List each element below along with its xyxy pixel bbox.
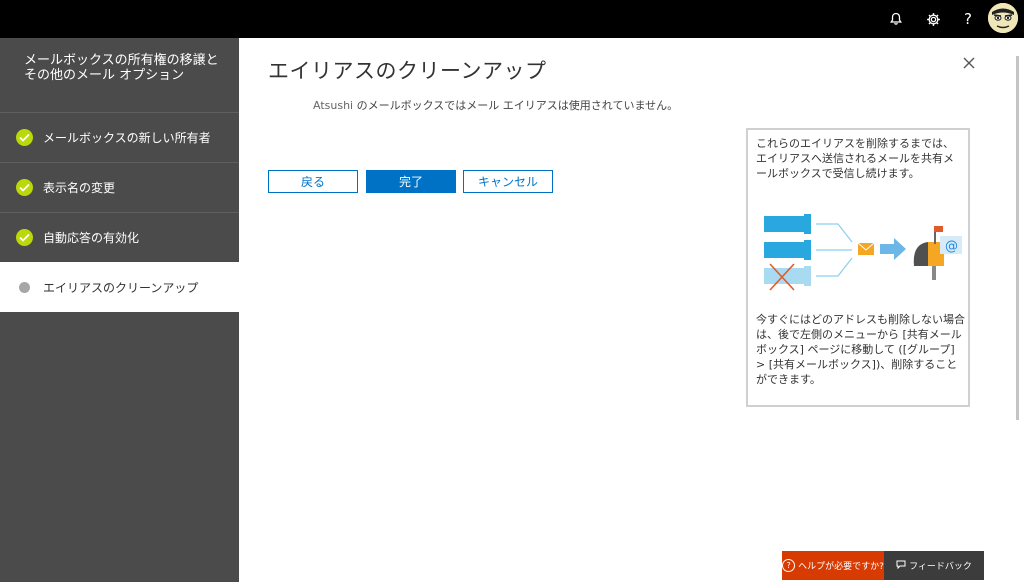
- wizard-sidebar: メールボックスの所有権の移譲とその他のメール オプション メールボックスの新しい…: [0, 38, 239, 582]
- sidebar-title: メールボックスの所有権の移譲とその他のメール オプション: [24, 53, 219, 83]
- back-button[interactable]: 戻る: [268, 170, 358, 193]
- help-text-top: これらのエイリアスを削除するまでは、エイリアスへ送信されるメールを共有メールボッ…: [756, 137, 954, 180]
- check-circle-icon: [16, 129, 33, 146]
- feedback-icon: [896, 560, 906, 572]
- current-step-icon: [19, 281, 30, 293]
- cancel-button[interactable]: キャンセル: [463, 170, 553, 193]
- gear-icon[interactable]: [922, 8, 944, 30]
- sidebar-item-new-owner[interactable]: メールボックスの新しい所有者: [0, 112, 239, 162]
- sidebar-item-auto-reply[interactable]: 自動応答の有効化: [0, 212, 239, 262]
- check-circle-icon: [16, 229, 33, 246]
- bell-icon[interactable]: [885, 8, 907, 30]
- finish-button[interactable]: 完了: [366, 170, 456, 193]
- help-button-label: ヘルプが必要ですか?: [798, 562, 884, 572]
- alias-status-message: のメールボックスではメール エイリアスは使用されていません。: [353, 99, 679, 112]
- page-title: エイリアスのクリーンアップ: [268, 59, 547, 83]
- check-circle-icon: [16, 179, 33, 196]
- mailbox-name: Atsushi: [313, 99, 354, 112]
- help-circle-icon: ?: [782, 559, 796, 572]
- sidebar-item-label: 表示名の変更: [43, 181, 116, 195]
- avatar[interactable]: [988, 3, 1018, 33]
- close-icon[interactable]: [961, 55, 977, 71]
- alias-status-text: Atsushi のメールボックスではメール エイリアスは使用されていません。: [313, 97, 678, 113]
- sidebar-item-display-name[interactable]: 表示名の変更: [0, 162, 239, 212]
- sidebar-item-alias-cleanup[interactable]: エイリアスのクリーンアップ: [0, 262, 239, 312]
- top-bar: ?: [0, 0, 1024, 38]
- help-button[interactable]: ? ヘルプが必要ですか?: [782, 551, 884, 580]
- sidebar-item-label: メールボックスの新しい所有者: [43, 131, 211, 145]
- feedback-button[interactable]: フィードバック: [884, 551, 984, 580]
- svg-text:@: @: [945, 239, 958, 254]
- help-icon[interactable]: ?: [957, 8, 979, 30]
- alias-cleanup-illustration: @: [758, 208, 968, 302]
- sidebar-item-label: エイリアスのクリーンアップ: [43, 280, 199, 295]
- feedback-button-label: フィードバック: [909, 562, 972, 572]
- help-text-bottom: 今すぐにはどのアドレスも削除しない場合は、後で左側のメニューから [共有メールボ…: [756, 313, 965, 386]
- help-panel: これらのエイリアスを削除するまでは、エイリアスへ送信されるメールを共有メールボッ…: [746, 128, 970, 407]
- scrollbar[interactable]: [1016, 56, 1019, 420]
- sidebar-item-label: 自動応答の有効化: [43, 231, 140, 245]
